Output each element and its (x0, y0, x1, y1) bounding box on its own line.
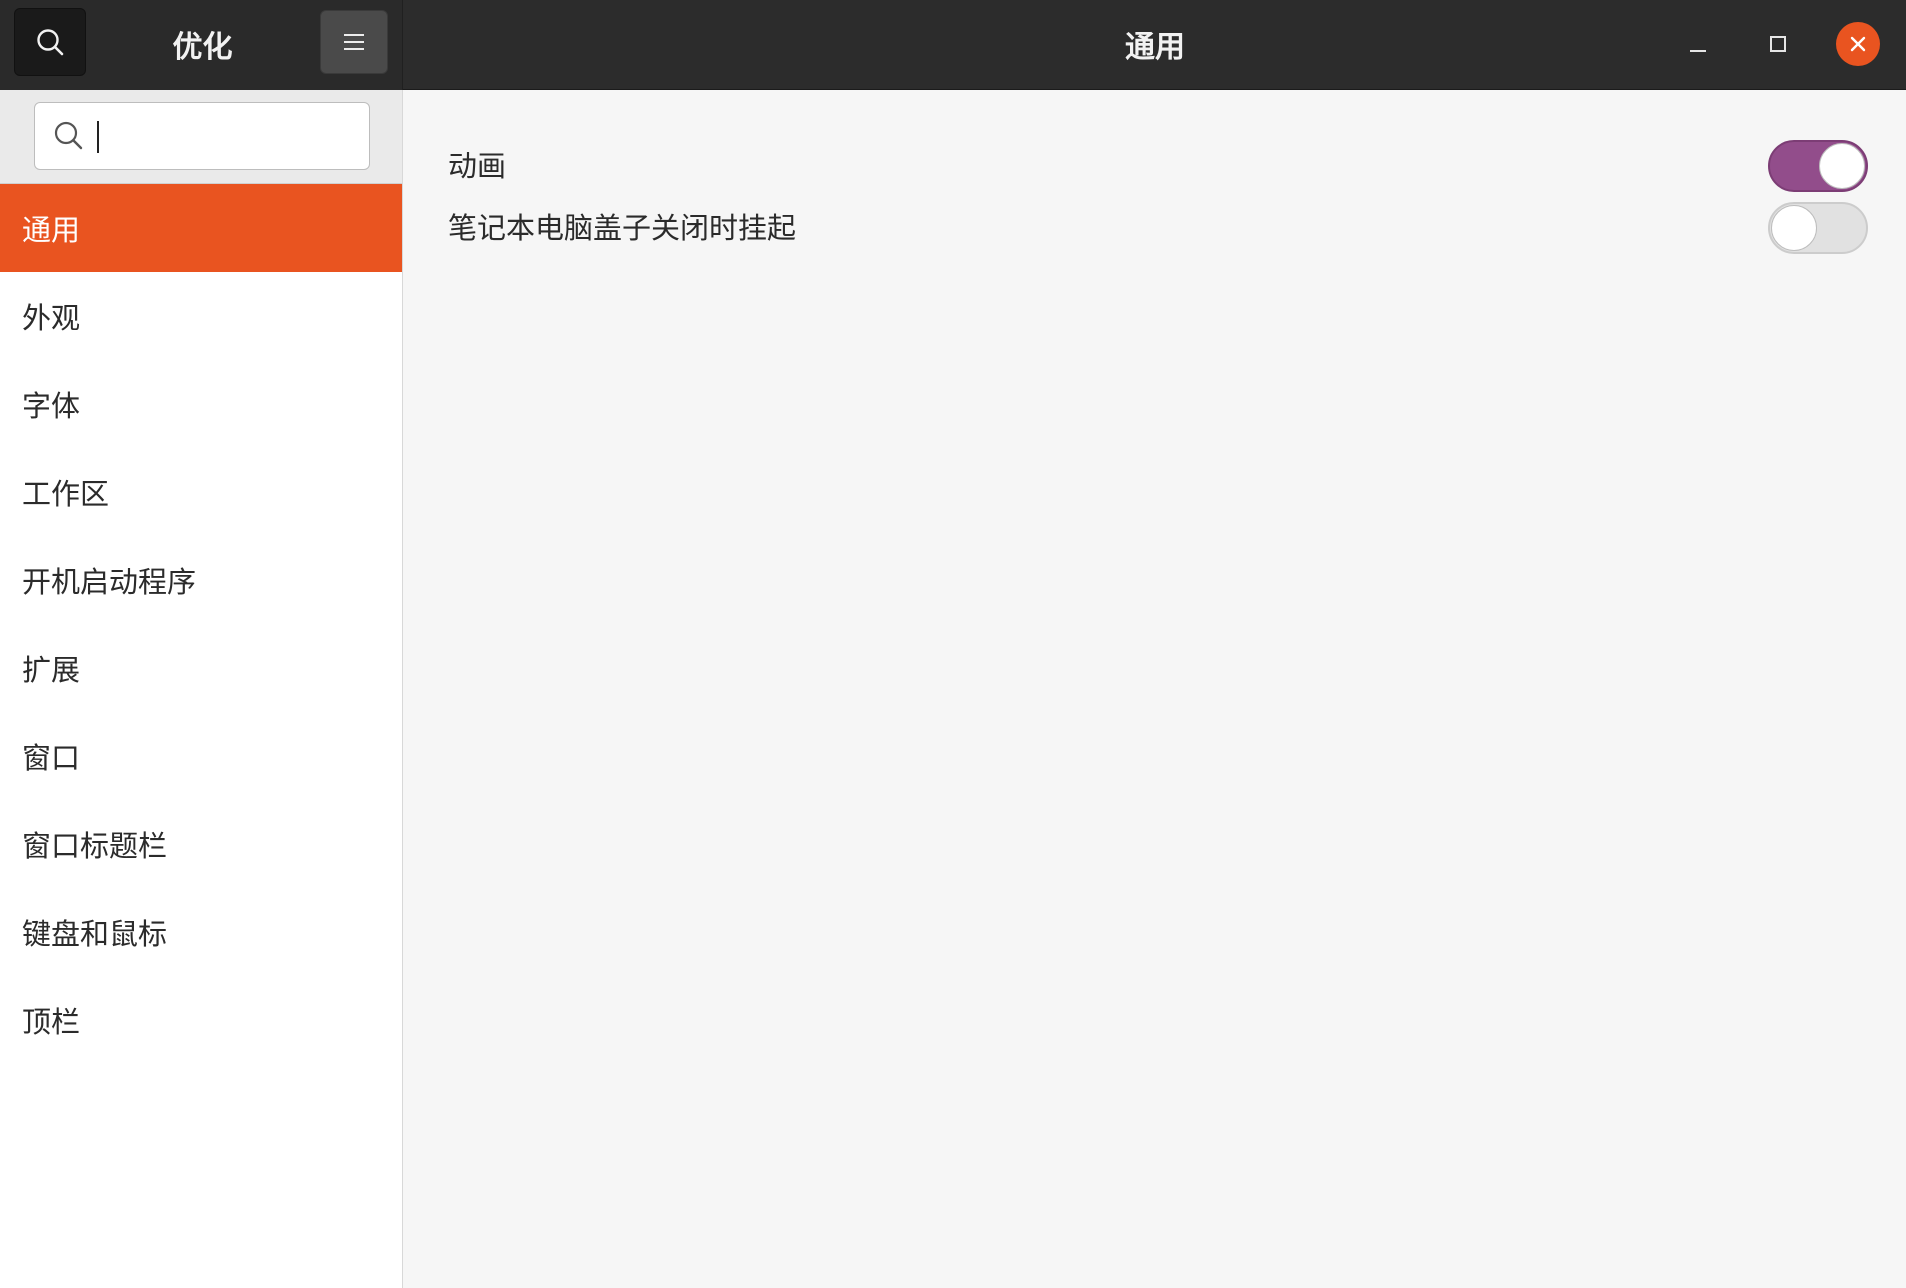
minimize-icon (1690, 50, 1706, 52)
sidebar-item-extensions[interactable]: 扩展 (0, 624, 402, 712)
sidebar-item-label: 字体 (22, 389, 81, 423)
sidebar-item-label: 键盘和鼠标 (22, 917, 168, 951)
sidebar-item-label: 外观 (22, 301, 81, 335)
app-title: 优化 (172, 30, 233, 65)
sidebar-item-label: 开机启动程序 (22, 565, 197, 599)
sidebar-item-label: 窗口 (22, 741, 81, 775)
search-toggle-button[interactable] (14, 8, 86, 76)
sidebar-item-fonts[interactable]: 字体 (0, 360, 402, 448)
sidebar: 通用 外观 字体 工作区 开机启动程序 扩展 窗口 窗口标题栏 键盘和鼠标 顶栏 (0, 90, 403, 1288)
sidebar-item-window-titlebars[interactable]: 窗口标题栏 (0, 800, 402, 888)
sidebar-item-label: 顶栏 (22, 1005, 81, 1039)
close-icon (1850, 36, 1866, 52)
maximize-icon (1770, 36, 1786, 52)
sidebar-item-keyboard-mouse[interactable]: 键盘和鼠标 (0, 888, 402, 976)
sidebar-item-workspaces[interactable]: 工作区 (0, 448, 402, 536)
sidebar-item-label: 通用 (22, 213, 81, 247)
search-field[interactable] (34, 102, 370, 170)
setting-row-lid-suspend: 笔记本电脑盖子关闭时挂起 (448, 196, 1868, 256)
sidebar-item-label: 窗口标题栏 (22, 829, 168, 863)
setting-row-animations: 动画 (448, 134, 1868, 194)
lid-suspend-switch[interactable] (1768, 202, 1868, 254)
maximize-button[interactable] (1756, 22, 1800, 66)
hamburger-menu-icon (344, 34, 364, 50)
switch-knob (1819, 143, 1865, 189)
main-menu-button[interactable] (320, 10, 388, 74)
minimize-button[interactable] (1676, 22, 1720, 66)
setting-label: 动画 (448, 149, 507, 183)
search-input[interactable] (95, 113, 355, 159)
sidebar-item-label: 扩展 (22, 653, 81, 687)
header-sidebar-section: 优化 (0, 0, 403, 90)
animations-switch[interactable] (1768, 140, 1868, 192)
sidebar-item-windows[interactable]: 窗口 (0, 712, 402, 800)
sidebar-item-top-bar[interactable]: 顶栏 (0, 976, 402, 1064)
text-cursor (97, 121, 99, 153)
tweaks-window: 优化 通用 通用 外观 字体 工作区 开机启动程序 扩展 窗口 窗口标题栏 键盘… (0, 0, 1906, 1288)
sidebar-item-startup-applications[interactable]: 开机启动程序 (0, 536, 402, 624)
settings-panel: 动画 笔记本电脑盖子关闭时挂起 (404, 90, 1906, 1288)
sidebar-search-area (0, 90, 402, 184)
sidebar-item-appearance[interactable]: 外观 (0, 272, 402, 360)
switch-knob (1771, 205, 1817, 251)
header-bar: 优化 通用 (0, 0, 1906, 90)
close-button[interactable] (1836, 22, 1880, 66)
setting-label: 笔记本电脑盖子关闭时挂起 (448, 211, 797, 245)
sidebar-item-label: 工作区 (22, 477, 110, 511)
sidebar-item-general[interactable]: 通用 (0, 184, 402, 272)
category-list: 通用 外观 字体 工作区 开机启动程序 扩展 窗口 窗口标题栏 键盘和鼠标 顶栏 (0, 184, 402, 1064)
search-icon (54, 121, 83, 150)
search-icon (37, 29, 64, 56)
